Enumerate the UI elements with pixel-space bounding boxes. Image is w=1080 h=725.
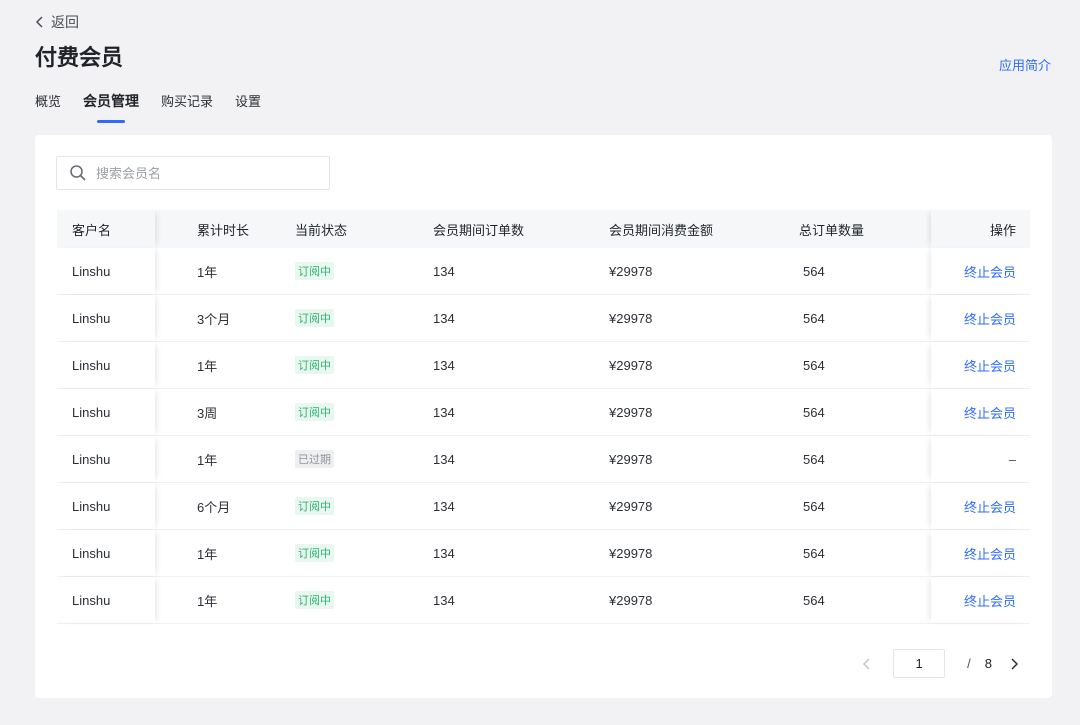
cell-duration: 1年	[197, 264, 218, 280]
table-row: Linshu 3个月 订阅中 134 ¥29978 564 终止会员	[57, 295, 1030, 342]
table-row: Linshu 1年 订阅中 134 ¥29978 564 终止会员	[57, 248, 1030, 295]
cell-total-orders: 564	[803, 404, 825, 420]
status-badge: 订阅中	[295, 591, 334, 609]
cell-customer-name: Linshu	[57, 342, 155, 388]
cell-customer-name: Linshu	[57, 530, 155, 576]
header-actions: 操作	[931, 210, 1030, 248]
cell-orders: 134	[433, 404, 455, 420]
cell-amount: ¥29978	[609, 263, 653, 279]
status-badge: 订阅中	[295, 497, 334, 515]
terminate-membership-link[interactable]: 终止会员	[964, 497, 1016, 516]
cell-orders: 134	[433, 592, 455, 608]
table-row: Linshu 1年 订阅中 134 ¥29978 564 终止会员	[57, 530, 1030, 577]
cell-total-orders: 564	[803, 451, 825, 467]
search-icon	[70, 165, 86, 181]
search-box	[56, 156, 330, 190]
cell-total-orders: 564	[803, 310, 825, 326]
cell-orders: 134	[433, 451, 455, 467]
chevron-left-icon	[863, 657, 870, 670]
cell-total-orders: 564	[803, 263, 825, 279]
page-number-input[interactable]	[893, 649, 946, 678]
terminate-membership-link[interactable]: 终止会员	[964, 262, 1016, 281]
table-row: Linshu 1年 订阅中 134 ¥29978 564 终止会员	[57, 342, 1030, 389]
cell-duration: 1年	[197, 593, 218, 609]
cell-orders: 134	[433, 263, 455, 279]
cell-orders: 134	[433, 498, 455, 514]
member-card: 客户名 累计时长 当前状态 会员期间订单数 会员期间消费金额 总订单数量 操作 …	[35, 135, 1052, 698]
terminate-membership-link[interactable]: 终止会员	[964, 591, 1016, 610]
cell-customer-name: Linshu	[57, 389, 155, 435]
cell-amount: ¥29978	[609, 404, 653, 420]
total-pages: 8	[984, 656, 992, 671]
cell-total-orders: 564	[803, 498, 825, 514]
cell-duration: 6个月	[197, 499, 231, 515]
cell-customer-name: Linshu	[57, 248, 155, 294]
header-duration: 累计时长	[197, 222, 250, 238]
status-badge: 订阅中	[295, 544, 334, 562]
tab-member-management[interactable]: 会员管理	[83, 89, 139, 123]
tab-purchase-records[interactable]: 购买记录	[161, 89, 213, 121]
tab-bar: 概览 会员管理 购买记录 设置	[35, 89, 283, 123]
chevron-left-icon	[35, 16, 43, 28]
cell-amount: ¥29978	[609, 545, 653, 561]
header-customer-name: 客户名	[57, 210, 155, 248]
cell-amount: ¥29978	[609, 592, 653, 608]
cell-amount: ¥29978	[609, 357, 653, 373]
cell-duration: 1年	[197, 358, 218, 374]
prev-page-button[interactable]	[859, 656, 875, 672]
status-badge: 已过期	[295, 450, 334, 468]
action-placeholder: –	[1008, 451, 1016, 467]
header-amount: 会员期间消费金额	[609, 222, 714, 238]
table-row: Linshu 6个月 订阅中 134 ¥29978 564 终止会员	[57, 483, 1030, 530]
cell-customer-name: Linshu	[57, 483, 155, 529]
cell-orders: 134	[433, 310, 455, 326]
page-separator: /	[967, 656, 971, 671]
cell-total-orders: 564	[803, 357, 825, 373]
tab-settings[interactable]: 设置	[235, 89, 261, 121]
cell-amount: ¥29978	[609, 310, 653, 326]
cell-customer-name: Linshu	[57, 436, 155, 482]
cell-orders: 134	[433, 545, 455, 561]
terminate-membership-link[interactable]: 终止会员	[964, 544, 1016, 563]
cell-duration: 3个月	[197, 311, 231, 327]
header-total-orders: 总订单数量	[799, 222, 865, 238]
member-table: 客户名 累计时长 当前状态 会员期间订单数 会员期间消费金额 总订单数量 操作 …	[57, 210, 1030, 624]
table-body: Linshu 1年 订阅中 134 ¥29978 564 终止会员 Linshu 3个月 订阅中 1…	[57, 248, 1030, 624]
back-label: 返回	[51, 14, 79, 30]
back-link[interactable]: 返回	[35, 12, 79, 32]
header-status: 当前状态	[295, 222, 348, 238]
cell-total-orders: 564	[803, 592, 825, 608]
cell-customer-name: Linshu	[57, 577, 155, 623]
cell-orders: 134	[433, 357, 455, 373]
terminate-membership-link[interactable]: 终止会员	[964, 309, 1016, 328]
tab-overview[interactable]: 概览	[35, 89, 61, 121]
cell-duration: 1年	[197, 452, 218, 468]
header-orders: 会员期间订单数	[433, 222, 525, 238]
next-page-button[interactable]	[1006, 656, 1022, 672]
status-badge: 订阅中	[295, 403, 334, 421]
cell-customer-name: Linshu	[57, 295, 155, 341]
page-title: 付费会员	[35, 45, 124, 70]
cell-total-orders: 564	[803, 545, 825, 561]
terminate-membership-link[interactable]: 终止会员	[964, 403, 1016, 422]
table-header: 客户名 累计时长 当前状态 会员期间订单数 会员期间消费金额 总订单数量 操作	[57, 210, 1030, 248]
table-row: Linshu 3周 订阅中 134 ¥29978 564 终止会员	[57, 389, 1030, 436]
table-row: Linshu 1年 已过期 134 ¥29978 564 –	[57, 436, 1030, 483]
cell-amount: ¥29978	[609, 451, 653, 467]
cell-duration: 3周	[197, 405, 218, 421]
status-badge: 订阅中	[295, 262, 334, 280]
terminate-membership-link[interactable]: 终止会员	[964, 356, 1016, 375]
pagination: / 8	[859, 649, 1022, 678]
table-row: Linshu 1年 订阅中 134 ¥29978 564 终止会员	[57, 577, 1030, 624]
status-badge: 订阅中	[295, 356, 334, 374]
cell-amount: ¥29978	[609, 498, 653, 514]
search-input[interactable]	[96, 165, 316, 181]
chevron-right-icon	[1011, 657, 1019, 670]
app-intro-link[interactable]: 应用简介	[999, 55, 1051, 74]
cell-duration: 1年	[197, 546, 218, 562]
status-badge: 订阅中	[295, 309, 334, 327]
